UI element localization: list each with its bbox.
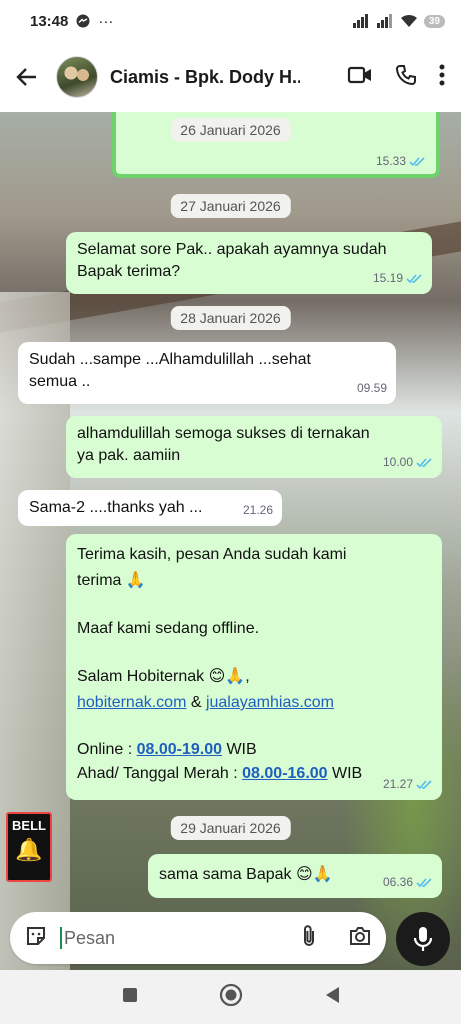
- read-ticks-icon: [416, 779, 432, 789]
- message-time: 15.19: [372, 271, 403, 285]
- video-call-button[interactable]: [347, 65, 373, 90]
- chat-header: Ciamis - Bpk. Dody H...: [0, 42, 461, 112]
- read-ticks-icon: [409, 156, 425, 166]
- video-camera-icon: [347, 66, 371, 83]
- incoming-message[interactable]: Sama-2 ....thanks yah ... 21.26: [18, 490, 282, 526]
- messenger-icon: [76, 14, 90, 28]
- contact-name[interactable]: Ciamis - Bpk. Dody H...: [110, 67, 300, 88]
- link-jualayamhias[interactable]: jualayamhias.com: [206, 694, 334, 711]
- microphone-icon: [413, 927, 433, 951]
- recents-square-icon: [122, 987, 137, 1002]
- outgoing-message[interactable]: sama sama Bapak 😊🙏 06.36: [148, 854, 442, 898]
- more-options-button[interactable]: [439, 64, 445, 91]
- camera-icon: [350, 926, 370, 945]
- camera-button[interactable]: [348, 925, 372, 952]
- outgoing-auto-reply[interactable]: Terima kasih, pesan Anda sudah kami teri…: [66, 534, 442, 800]
- wifi-icon: [400, 14, 418, 28]
- system-nav-bar: [0, 970, 461, 1024]
- paperclip-icon: [304, 924, 314, 946]
- read-ticks-icon: [406, 273, 422, 283]
- status-bar: 13:48 ··· 39: [0, 0, 461, 42]
- input-placeholder: Pesan: [64, 927, 116, 948]
- home-button[interactable]: [219, 983, 243, 1012]
- recents-button[interactable]: [121, 986, 139, 1009]
- back-button[interactable]: [10, 60, 44, 94]
- message-time: 21.27: [382, 777, 413, 791]
- back-nav-button[interactable]: [323, 985, 341, 1010]
- ahad-hours-link[interactable]: 08.00-16.00: [242, 765, 327, 782]
- message-time: 21.26: [242, 503, 273, 517]
- sticker-button[interactable]: [24, 924, 48, 953]
- arrow-left-icon: [16, 68, 36, 86]
- read-ticks-icon: [416, 877, 432, 887]
- read-ticks-icon: [416, 457, 432, 467]
- status-time: 13:48: [30, 12, 69, 30]
- back-triangle-icon: [325, 986, 339, 1003]
- message-time: 15.33: [375, 154, 406, 168]
- date-separator: 27 Januari 2026: [170, 194, 291, 218]
- background-sign: BELL 🔔: [6, 812, 52, 882]
- phone-icon: [395, 64, 416, 85]
- date-separator: 26 Januari 2026: [170, 118, 291, 142]
- message-time: 09.59: [356, 381, 387, 395]
- home-circle-icon: [219, 983, 242, 1006]
- signal-icon: [352, 14, 370, 28]
- outgoing-message[interactable]: alhamdulillah semoga sukses di ternakan …: [66, 416, 442, 478]
- avatar[interactable]: [56, 56, 98, 98]
- chat-area[interactable]: BELL 🔔 15.33 26 Januari 2026 27 Januari 2…: [0, 112, 461, 970]
- incoming-message[interactable]: Sudah ...sampe ...Alhamdulillah ...sehat…: [18, 342, 396, 404]
- online-hours-link[interactable]: 08.00-19.00: [137, 741, 222, 758]
- more-notifications-icon: ···: [98, 12, 114, 30]
- kebab-menu-icon: [439, 64, 445, 85]
- battery-indicator: 39: [423, 14, 445, 28]
- message-time: 10.00: [382, 455, 413, 469]
- signal-icon-2: [376, 14, 394, 28]
- date-separator: 29 Januari 2026: [170, 816, 291, 840]
- attach-button[interactable]: [300, 924, 318, 953]
- voice-call-button[interactable]: [395, 64, 417, 91]
- message-time: 06.36: [382, 875, 413, 889]
- link-hobiternak[interactable]: hobiternak.com: [77, 694, 186, 711]
- composer: Pesan: [0, 908, 461, 970]
- message-input[interactable]: Pesan: [10, 912, 386, 964]
- voice-record-button[interactable]: [396, 912, 450, 966]
- sticker-icon: [27, 926, 45, 945]
- outgoing-message[interactable]: Selamat sore Pak.. apakah ayamnya sudah …: [66, 232, 432, 294]
- date-separator: 28 Januari 2026: [170, 306, 291, 330]
